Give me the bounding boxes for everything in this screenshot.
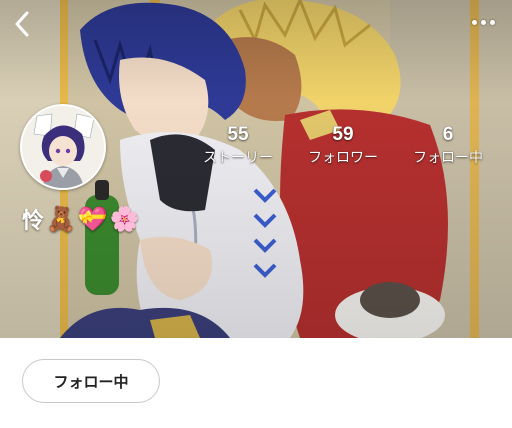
chevron-left-icon [15, 11, 29, 37]
heart-ribbon-icon: 💝 [77, 205, 108, 233]
avatar[interactable] [20, 104, 106, 190]
stories-label: ストーリー [203, 150, 273, 166]
stories-count: 55 [227, 124, 249, 145]
following-button-label: フォロー中 [53, 372, 129, 391]
more-horizontal-icon [470, 19, 497, 25]
followers-label: フォロワー [308, 150, 378, 166]
cherry-blossom-icon: 🌸 [109, 205, 140, 233]
user-avatar-icon [22, 106, 104, 188]
more-options-button[interactable] [466, 8, 500, 36]
back-button[interactable] [6, 6, 38, 42]
stat-followers[interactable]: 59 フォロワー [293, 124, 393, 168]
following-button[interactable]: フォロー中 [22, 359, 160, 403]
followers-count: 59 [332, 124, 354, 145]
following-count: 6 [442, 124, 454, 145]
stat-stories[interactable]: 55 ストーリー [188, 124, 288, 168]
stat-following[interactable]: 6 フォロー中 [398, 124, 498, 168]
profile-name-text: 怜 [22, 209, 45, 234]
teddy-bear-icon: 🧸 [46, 205, 76, 233]
profile-name: 怜 🧸 💝 🌸 [22, 200, 140, 238]
following-label: フォロー中 [413, 150, 483, 166]
